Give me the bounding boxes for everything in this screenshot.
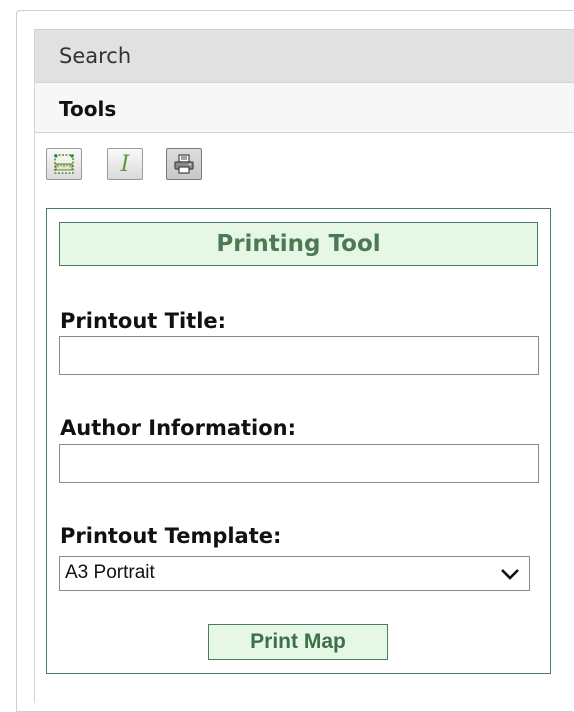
tools-header-label: Tools bbox=[59, 97, 117, 121]
author-information-label: Author Information: bbox=[60, 416, 297, 440]
print-tool-button[interactable] bbox=[166, 148, 202, 180]
chevron-down-icon bbox=[501, 569, 519, 580]
template-selected-value: A3 Portrait bbox=[65, 562, 155, 583]
printout-template-label: Printout Template: bbox=[60, 524, 282, 548]
printing-tool-panel bbox=[46, 208, 551, 674]
measure-ruler-icon bbox=[54, 154, 74, 174]
tools-accordion-header[interactable]: Tools bbox=[34, 83, 574, 133]
printing-tool-title: Printing Tool bbox=[59, 222, 538, 266]
printer-icon bbox=[174, 154, 194, 174]
search-header-label: Search bbox=[59, 44, 132, 68]
print-map-button[interactable]: Print Map bbox=[208, 624, 388, 660]
identify-tool-button[interactable]: I bbox=[107, 148, 143, 180]
search-accordion-header[interactable]: Search bbox=[34, 29, 574, 83]
printout-template-select[interactable]: A3 Portrait bbox=[59, 556, 530, 591]
printout-title-input[interactable] bbox=[59, 336, 539, 375]
author-information-input[interactable] bbox=[59, 444, 539, 483]
printout-title-label: Printout Title: bbox=[60, 309, 227, 333]
identify-italic-icon: I bbox=[120, 151, 130, 177]
measure-tool-button[interactable] bbox=[46, 148, 82, 180]
